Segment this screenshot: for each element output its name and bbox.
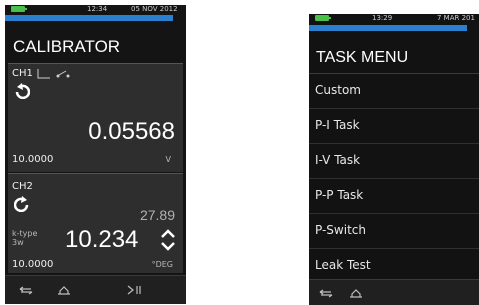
channel-2-unit: °DEG: [151, 260, 173, 269]
wire-count-label: 3w: [12, 238, 24, 247]
task-list: Custom P-I Task I-V Task P-P Task P-Swit…: [309, 73, 479, 284]
progress-bar: [309, 25, 467, 31]
status-bar: 12:34 05 NOV 2012: [5, 5, 186, 13]
channel-1-range: 10.0000: [12, 154, 54, 165]
channel-2-value: 10.234: [65, 226, 139, 253]
navigation-bar: [309, 279, 479, 305]
task-item-p-switch[interactable]: P-Switch: [309, 214, 479, 249]
task-item-label: P-P Task: [315, 188, 364, 202]
channel-2-secondary-value: 27.89: [139, 207, 175, 223]
sensor-type-label: k-type: [12, 229, 38, 238]
channel-1-unit: V: [165, 155, 171, 164]
step-function-icon: [37, 69, 50, 79]
back-icon[interactable]: [319, 289, 333, 298]
channel-1-panel[interactable]: CH1 0.05568 10.0000 V: [8, 63, 183, 172]
channel-2-label: CH2: [12, 181, 33, 192]
task-item-label: P-I Task: [315, 118, 360, 132]
task-item-label: I-V Task: [315, 153, 361, 167]
task-item-i-v[interactable]: I-V Task: [309, 144, 479, 179]
task-item-p-p[interactable]: P-P Task: [309, 179, 479, 214]
back-icon[interactable]: [19, 286, 33, 295]
battery-icon: [315, 15, 331, 21]
source-mode-icon[interactable]: [14, 196, 30, 212]
home-icon[interactable]: [349, 289, 363, 298]
progress-bar: [5, 15, 173, 21]
task-item-p-i[interactable]: P-I Task: [309, 109, 479, 144]
task-item-label: P-Switch: [315, 223, 366, 237]
up-down-arrow-icon[interactable]: [159, 226, 177, 254]
status-time: 12:34: [87, 5, 108, 13]
task-item-label: Leak Test: [315, 258, 371, 272]
page-title: CALIBRATOR: [13, 37, 121, 56]
channel-1-value: 0.05568: [88, 118, 175, 145]
navigation-bar: [5, 275, 186, 304]
task-item-label: Custom: [315, 83, 361, 97]
status-date: 7 MAR 201: [437, 14, 475, 22]
channel-2-panel[interactable]: CH2 27.89 k-type 3w 10.234 10.0000 °DEG: [8, 173, 183, 273]
battery-icon: [11, 6, 27, 12]
page-title: TASK MENU: [316, 49, 409, 66]
status-bar: 13:29 7 MAR 201: [309, 14, 479, 22]
task-menu-screen: 13:29 7 MAR 201 TASK MENU Custom P-I Tas…: [309, 14, 479, 305]
home-icon[interactable]: [57, 286, 71, 295]
calibrator-screen: 12:34 05 NOV 2012 CALIBRATOR CH1 0.05568…: [5, 5, 186, 304]
switch-icon: [56, 70, 70, 78]
channel-2-range: 10.0000: [12, 259, 54, 270]
status-time: 13:29: [372, 14, 393, 22]
measure-mode-icon[interactable]: [14, 83, 30, 99]
task-item-custom[interactable]: Custom: [309, 74, 479, 109]
status-date: 05 NOV 2012: [131, 5, 178, 13]
channel-1-label: CH1: [12, 68, 33, 79]
play-pause-icon[interactable]: [127, 285, 143, 295]
